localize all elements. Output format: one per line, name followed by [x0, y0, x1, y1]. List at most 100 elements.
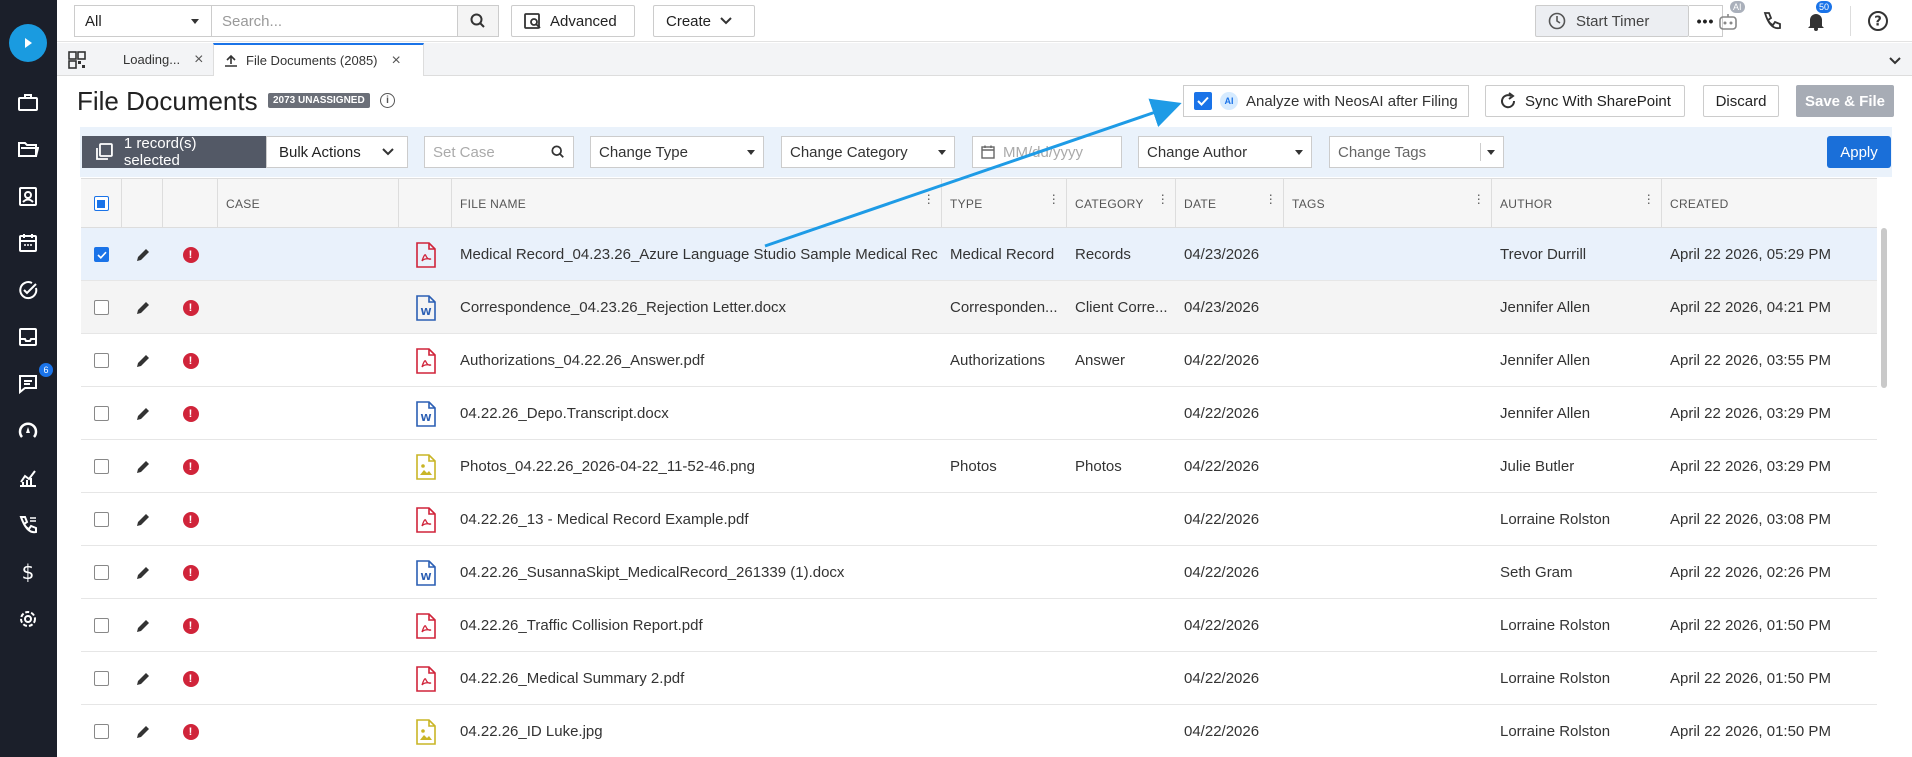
- edit-icon[interactable]: [122, 228, 163, 281]
- analyze-with-ai-option[interactable]: AI Analyze with NeosAI after Filing: [1183, 85, 1469, 117]
- file-name-cell[interactable]: 04.22.26_Depo.Transcript.docx: [460, 387, 938, 440]
- row-checkbox[interactable]: [94, 565, 109, 580]
- file-name-cell[interactable]: 04.22.26_ID Luke.jpg: [460, 705, 938, 757]
- table-row[interactable]: ! W 04.22.26_Depo.Transcript.docx 04/22/202…: [81, 387, 1877, 440]
- case-cell[interactable]: [218, 334, 399, 387]
- table-scrollbar[interactable]: [1881, 228, 1887, 388]
- error-icon[interactable]: !: [182, 458, 199, 475]
- file-name-cell[interactable]: 04.22.26_13 - Medical Record Example.pdf: [460, 493, 938, 546]
- col-header-date[interactable]: DATE ⋮: [1176, 179, 1284, 228]
- tasks-icon[interactable]: [13, 275, 43, 305]
- select-all-checkbox[interactable]: [93, 196, 109, 211]
- row-checkbox[interactable]: [94, 724, 109, 739]
- help-button[interactable]: ?: [1865, 8, 1891, 34]
- notifications-button[interactable]: 50: [1803, 1, 1833, 34]
- edit-icon[interactable]: [122, 599, 163, 652]
- tab-file-documents[interactable]: File Documents (2085) ×: [213, 43, 424, 76]
- sync-sharepoint-button[interactable]: Sync With SharePoint: [1485, 85, 1685, 117]
- case-cell[interactable]: [218, 493, 399, 546]
- column-menu-icon[interactable]: ⋮: [1473, 193, 1485, 205]
- row-checkbox[interactable]: [94, 300, 109, 315]
- ai-assistant-button[interactable]: AI: [1715, 1, 1745, 34]
- start-timer-button[interactable]: Start Timer: [1535, 5, 1689, 37]
- table-row[interactable]: ! W Correspondence_04.23.26_Rejection Lett…: [81, 281, 1877, 334]
- edit-icon[interactable]: [122, 440, 163, 493]
- edit-icon[interactable]: [122, 652, 163, 705]
- info-icon[interactable]: i: [380, 93, 395, 108]
- row-checkbox[interactable]: [94, 247, 109, 262]
- error-icon[interactable]: !: [182, 299, 199, 316]
- col-header-case[interactable]: CASE: [218, 179, 399, 228]
- error-icon[interactable]: !: [182, 511, 199, 528]
- change-type-select[interactable]: Change Type: [590, 136, 764, 168]
- error-icon[interactable]: !: [182, 405, 199, 422]
- tabs-grid-button[interactable]: [57, 43, 97, 76]
- error-icon[interactable]: !: [182, 670, 199, 687]
- error-icon[interactable]: !: [182, 246, 199, 263]
- case-cell[interactable]: [218, 599, 399, 652]
- file-name-cell[interactable]: Photos_04.22.26_2026-04-22_11-52-46.png: [460, 440, 938, 493]
- phone-button[interactable]: [1759, 8, 1785, 34]
- row-checkbox[interactable]: [94, 671, 109, 686]
- case-cell[interactable]: [218, 228, 399, 281]
- tabs-overflow-button[interactable]: [1888, 53, 1902, 69]
- change-author-select[interactable]: Change Author: [1138, 136, 1312, 168]
- col-header-type[interactable]: TYPE ⋮: [942, 179, 1067, 228]
- reports-icon[interactable]: [13, 463, 43, 493]
- column-menu-icon[interactable]: ⋮: [1048, 193, 1060, 205]
- contacts-icon[interactable]: [13, 181, 43, 211]
- documents-icon[interactable]: [13, 134, 43, 164]
- case-cell[interactable]: [218, 652, 399, 705]
- error-icon[interactable]: !: [182, 617, 199, 634]
- discard-button[interactable]: Discard: [1703, 85, 1779, 117]
- table-row[interactable]: ! W 04.22.26_SusannaSkipt_MedicalRecord_26…: [81, 546, 1877, 599]
- row-checkbox[interactable]: [94, 618, 109, 633]
- table-row[interactable]: ! 04.22.26_13 - Medical Record Example.pd…: [81, 493, 1877, 546]
- create-button[interactable]: Create: [653, 5, 755, 37]
- dashboard-icon[interactable]: [13, 416, 43, 446]
- col-header-tags[interactable]: TAGS ⋮: [1284, 179, 1492, 228]
- messages-icon[interactable]: 6: [13, 363, 53, 399]
- file-name-cell[interactable]: 04.22.26_Medical Summary 2.pdf: [460, 652, 938, 705]
- table-row[interactable]: ! 04.22.26_ID Luke.jpg 04/22/2026 Lorraine …: [81, 705, 1877, 757]
- edit-icon[interactable]: [122, 334, 163, 387]
- search-button[interactable]: [457, 5, 499, 37]
- file-name-cell[interactable]: 04.22.26_Traffic Collision Report.pdf: [460, 599, 938, 652]
- table-row[interactable]: ! Photos_04.22.26_2026-04-22_11-52-46.png…: [81, 440, 1877, 493]
- case-cell[interactable]: [218, 440, 399, 493]
- column-menu-icon[interactable]: ⋮: [1157, 193, 1169, 205]
- col-header-category[interactable]: CATEGORY ⋮: [1067, 179, 1176, 228]
- change-category-select[interactable]: Change Category: [781, 136, 955, 168]
- row-checkbox[interactable]: [94, 353, 109, 368]
- col-header-author[interactable]: AUTHOR ⋮: [1492, 179, 1662, 228]
- calendar-icon[interactable]: [13, 228, 43, 258]
- error-icon[interactable]: !: [182, 352, 199, 369]
- billing-icon[interactable]: $: [13, 557, 43, 587]
- error-icon[interactable]: !: [182, 723, 199, 740]
- search-scope-select[interactable]: All: [74, 5, 211, 37]
- col-header-file-name[interactable]: FILE NAME ⋮: [452, 179, 942, 228]
- calls-icon[interactable]: [13, 510, 43, 540]
- save-and-file-button[interactable]: Save & File: [1796, 85, 1894, 117]
- change-tags-select[interactable]: Change Tags: [1329, 136, 1504, 168]
- close-icon[interactable]: ×: [194, 51, 203, 69]
- set-case-input[interactable]: Set Case: [424, 136, 574, 168]
- case-cell[interactable]: [218, 281, 399, 334]
- table-row[interactable]: ! Authorizations_04.22.26_Answer.pdf Autho…: [81, 334, 1877, 387]
- analyze-checkbox[interactable]: [1194, 92, 1212, 110]
- file-name-cell[interactable]: Medical Record_04.23.26_Azure Language S…: [460, 228, 938, 281]
- cases-icon[interactable]: [13, 87, 43, 117]
- edit-icon[interactable]: [122, 705, 163, 757]
- table-row[interactable]: ! Medical Record_04.23.26_Azure Language …: [81, 228, 1877, 281]
- row-checkbox[interactable]: [94, 512, 109, 527]
- col-header-created[interactable]: CREATED: [1662, 179, 1877, 228]
- edit-icon[interactable]: [122, 281, 163, 334]
- settings-icon[interactable]: [13, 604, 43, 634]
- inbox-icon[interactable]: [13, 322, 43, 352]
- date-input[interactable]: MM/dd/yyyy: [972, 136, 1122, 168]
- table-row[interactable]: ! 04.22.26_Traffic Collision Report.pdf 04…: [81, 599, 1877, 652]
- column-menu-icon[interactable]: ⋮: [923, 193, 935, 205]
- case-cell[interactable]: [218, 705, 399, 757]
- table-row[interactable]: ! 04.22.26_Medical Summary 2.pdf 04/22/202…: [81, 652, 1877, 705]
- case-cell[interactable]: [218, 546, 399, 599]
